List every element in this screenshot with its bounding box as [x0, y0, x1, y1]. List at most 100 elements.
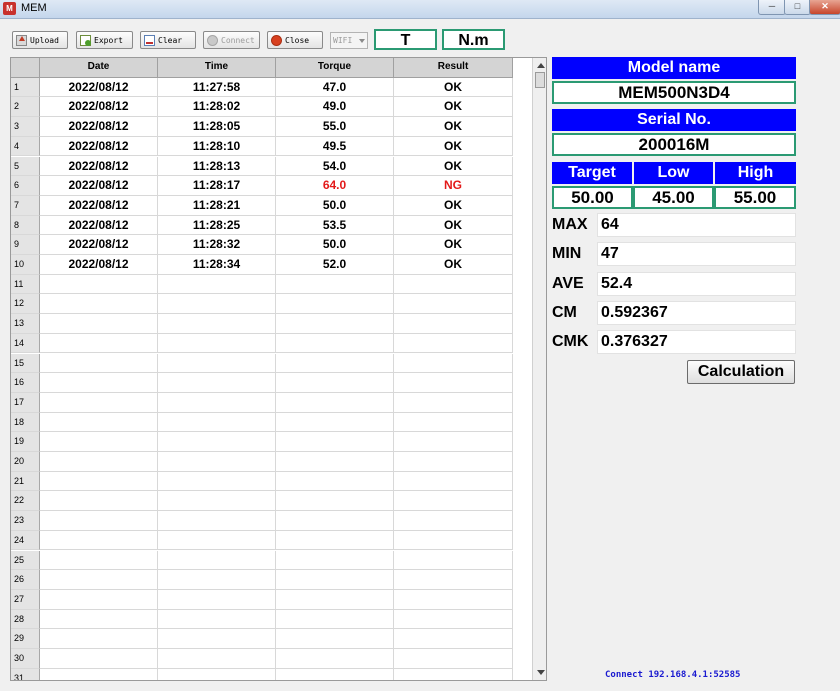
row-number: 14 [11, 333, 40, 354]
scroll-up-icon[interactable] [537, 63, 545, 68]
row-number: 4 [11, 136, 40, 157]
clear-label: Clear [158, 35, 183, 45]
scroll-thumb[interactable] [535, 72, 545, 88]
cell-torque [276, 550, 394, 571]
cell-torque [276, 570, 394, 590]
torque-unit-box: T [374, 29, 437, 50]
table-row[interactable]: 1 2022/08/12 11:27:58 47.0 OK [11, 77, 513, 98]
column-header-torque[interactable]: Torque [276, 58, 394, 78]
table-row[interactable]: 28 [11, 609, 513, 630]
column-header-date[interactable]: Date [40, 58, 158, 78]
table-row[interactable]: 11 [11, 274, 513, 295]
close-button[interactable]: Close [267, 31, 323, 49]
column-header-time[interactable]: Time [158, 58, 276, 78]
row-number: 25 [11, 550, 40, 571]
row-number: 11 [11, 274, 40, 295]
table-row[interactable]: 4 2022/08/12 11:28:10 49.5 OK [11, 136, 513, 157]
cm-value: 0.592367 [597, 301, 796, 325]
cell-date: 2022/08/12 [40, 235, 158, 255]
cell-date [40, 353, 158, 374]
measure-unit-box: N.m [442, 29, 505, 50]
column-header-result[interactable]: Result [394, 58, 513, 78]
table-row[interactable]: 13 [11, 314, 513, 334]
table-row[interactable]: 25 [11, 550, 513, 571]
table-row[interactable]: 9 2022/08/12 11:28:32 50.0 OK [11, 235, 513, 255]
cm-label: CM [552, 304, 577, 321]
cell-torque: 49.5 [276, 136, 394, 157]
cell-time [158, 452, 276, 472]
table-row[interactable]: 6 2022/08/12 11:28:17 64.0 NG [11, 176, 513, 196]
cell-torque [276, 530, 394, 551]
table-row[interactable]: 10 2022/08/12 11:28:34 52.0 OK [11, 255, 513, 275]
cell-torque [276, 668, 394, 680]
table-row[interactable]: 8 2022/08/12 11:28:25 53.5 OK [11, 215, 513, 236]
table-row[interactable]: 26 [11, 570, 513, 590]
vertical-scrollbar[interactable] [532, 58, 546, 680]
connection-type-select[interactable]: WIFI [330, 32, 368, 49]
table-row[interactable]: 30 [11, 649, 513, 669]
table-row[interactable]: 14 [11, 333, 513, 354]
cell-time [158, 274, 276, 295]
table-row[interactable]: 5 2022/08/12 11:28:13 54.0 OK [11, 156, 513, 177]
table-row[interactable]: 24 [11, 530, 513, 551]
low-label: Low [634, 162, 713, 184]
minimize-button[interactable]: ─ [758, 0, 786, 15]
table-row[interactable]: 3 2022/08/12 11:28:05 55.0 OK [11, 117, 513, 137]
table-row[interactable]: 31 [11, 668, 513, 680]
close-label: Close [285, 35, 310, 45]
close-window-button[interactable]: ✕ [809, 0, 840, 15]
connect-label: Connect [221, 35, 255, 45]
table-row[interactable]: 18 [11, 412, 513, 433]
export-button[interactable]: Export [76, 31, 133, 49]
cell-date: 2022/08/12 [40, 117, 158, 137]
max-value: 64 [597, 213, 796, 237]
row-number: 21 [11, 471, 40, 492]
stop-icon [271, 34, 282, 46]
cell-time [158, 550, 276, 571]
model-name-label: Model name [552, 57, 796, 79]
connect-button[interactable]: Connect [203, 31, 260, 49]
connection-type-value: WIFI [333, 36, 353, 45]
table-row[interactable]: 21 [11, 471, 513, 492]
cell-result [394, 570, 513, 590]
cell-time [158, 491, 276, 512]
cell-time [158, 373, 276, 393]
table-row[interactable]: 12 [11, 294, 513, 315]
table-row[interactable]: 15 [11, 353, 513, 374]
cell-time: 11:28:17 [158, 176, 276, 196]
cell-torque: 55.0 [276, 117, 394, 137]
data-grid[interactable]: Date Time Torque Result 1 2022/08/12 11:27… [10, 57, 547, 681]
high-label: High [715, 162, 796, 184]
row-number: 7 [11, 195, 40, 216]
table-row[interactable]: 2 2022/08/12 11:28:02 49.0 OK [11, 97, 513, 118]
table-row[interactable]: 23 [11, 511, 513, 531]
cell-result [394, 274, 513, 295]
maximize-button[interactable]: □ [784, 0, 811, 15]
target-label: Target [552, 162, 632, 184]
row-number: 26 [11, 570, 40, 590]
cell-date [40, 294, 158, 315]
table-row[interactable]: 7 2022/08/12 11:28:21 50.0 OK [11, 195, 513, 216]
row-number: 10 [11, 255, 40, 275]
table-row[interactable]: 27 [11, 589, 513, 610]
row-number: 30 [11, 649, 40, 669]
cell-date [40, 550, 158, 571]
cell-time [158, 570, 276, 590]
table-row[interactable]: 17 [11, 392, 513, 413]
table-row[interactable]: 19 [11, 432, 513, 452]
table-row[interactable]: 16 [11, 373, 513, 393]
cell-date [40, 629, 158, 649]
cell-result: OK [394, 255, 513, 275]
upload-button[interactable]: Upload [12, 31, 68, 49]
clear-button[interactable]: Clear [140, 31, 196, 49]
table-row[interactable]: 29 [11, 629, 513, 649]
table-row[interactable]: 20 [11, 452, 513, 472]
row-number: 16 [11, 373, 40, 393]
calculation-button[interactable]: Calculation [687, 360, 795, 384]
maximize-icon: □ [794, 1, 801, 11]
cell-torque [276, 432, 394, 452]
scroll-down-icon[interactable] [537, 670, 545, 675]
max-label: MAX [552, 216, 588, 233]
table-row[interactable]: 22 [11, 491, 513, 512]
cell-date [40, 668, 158, 680]
